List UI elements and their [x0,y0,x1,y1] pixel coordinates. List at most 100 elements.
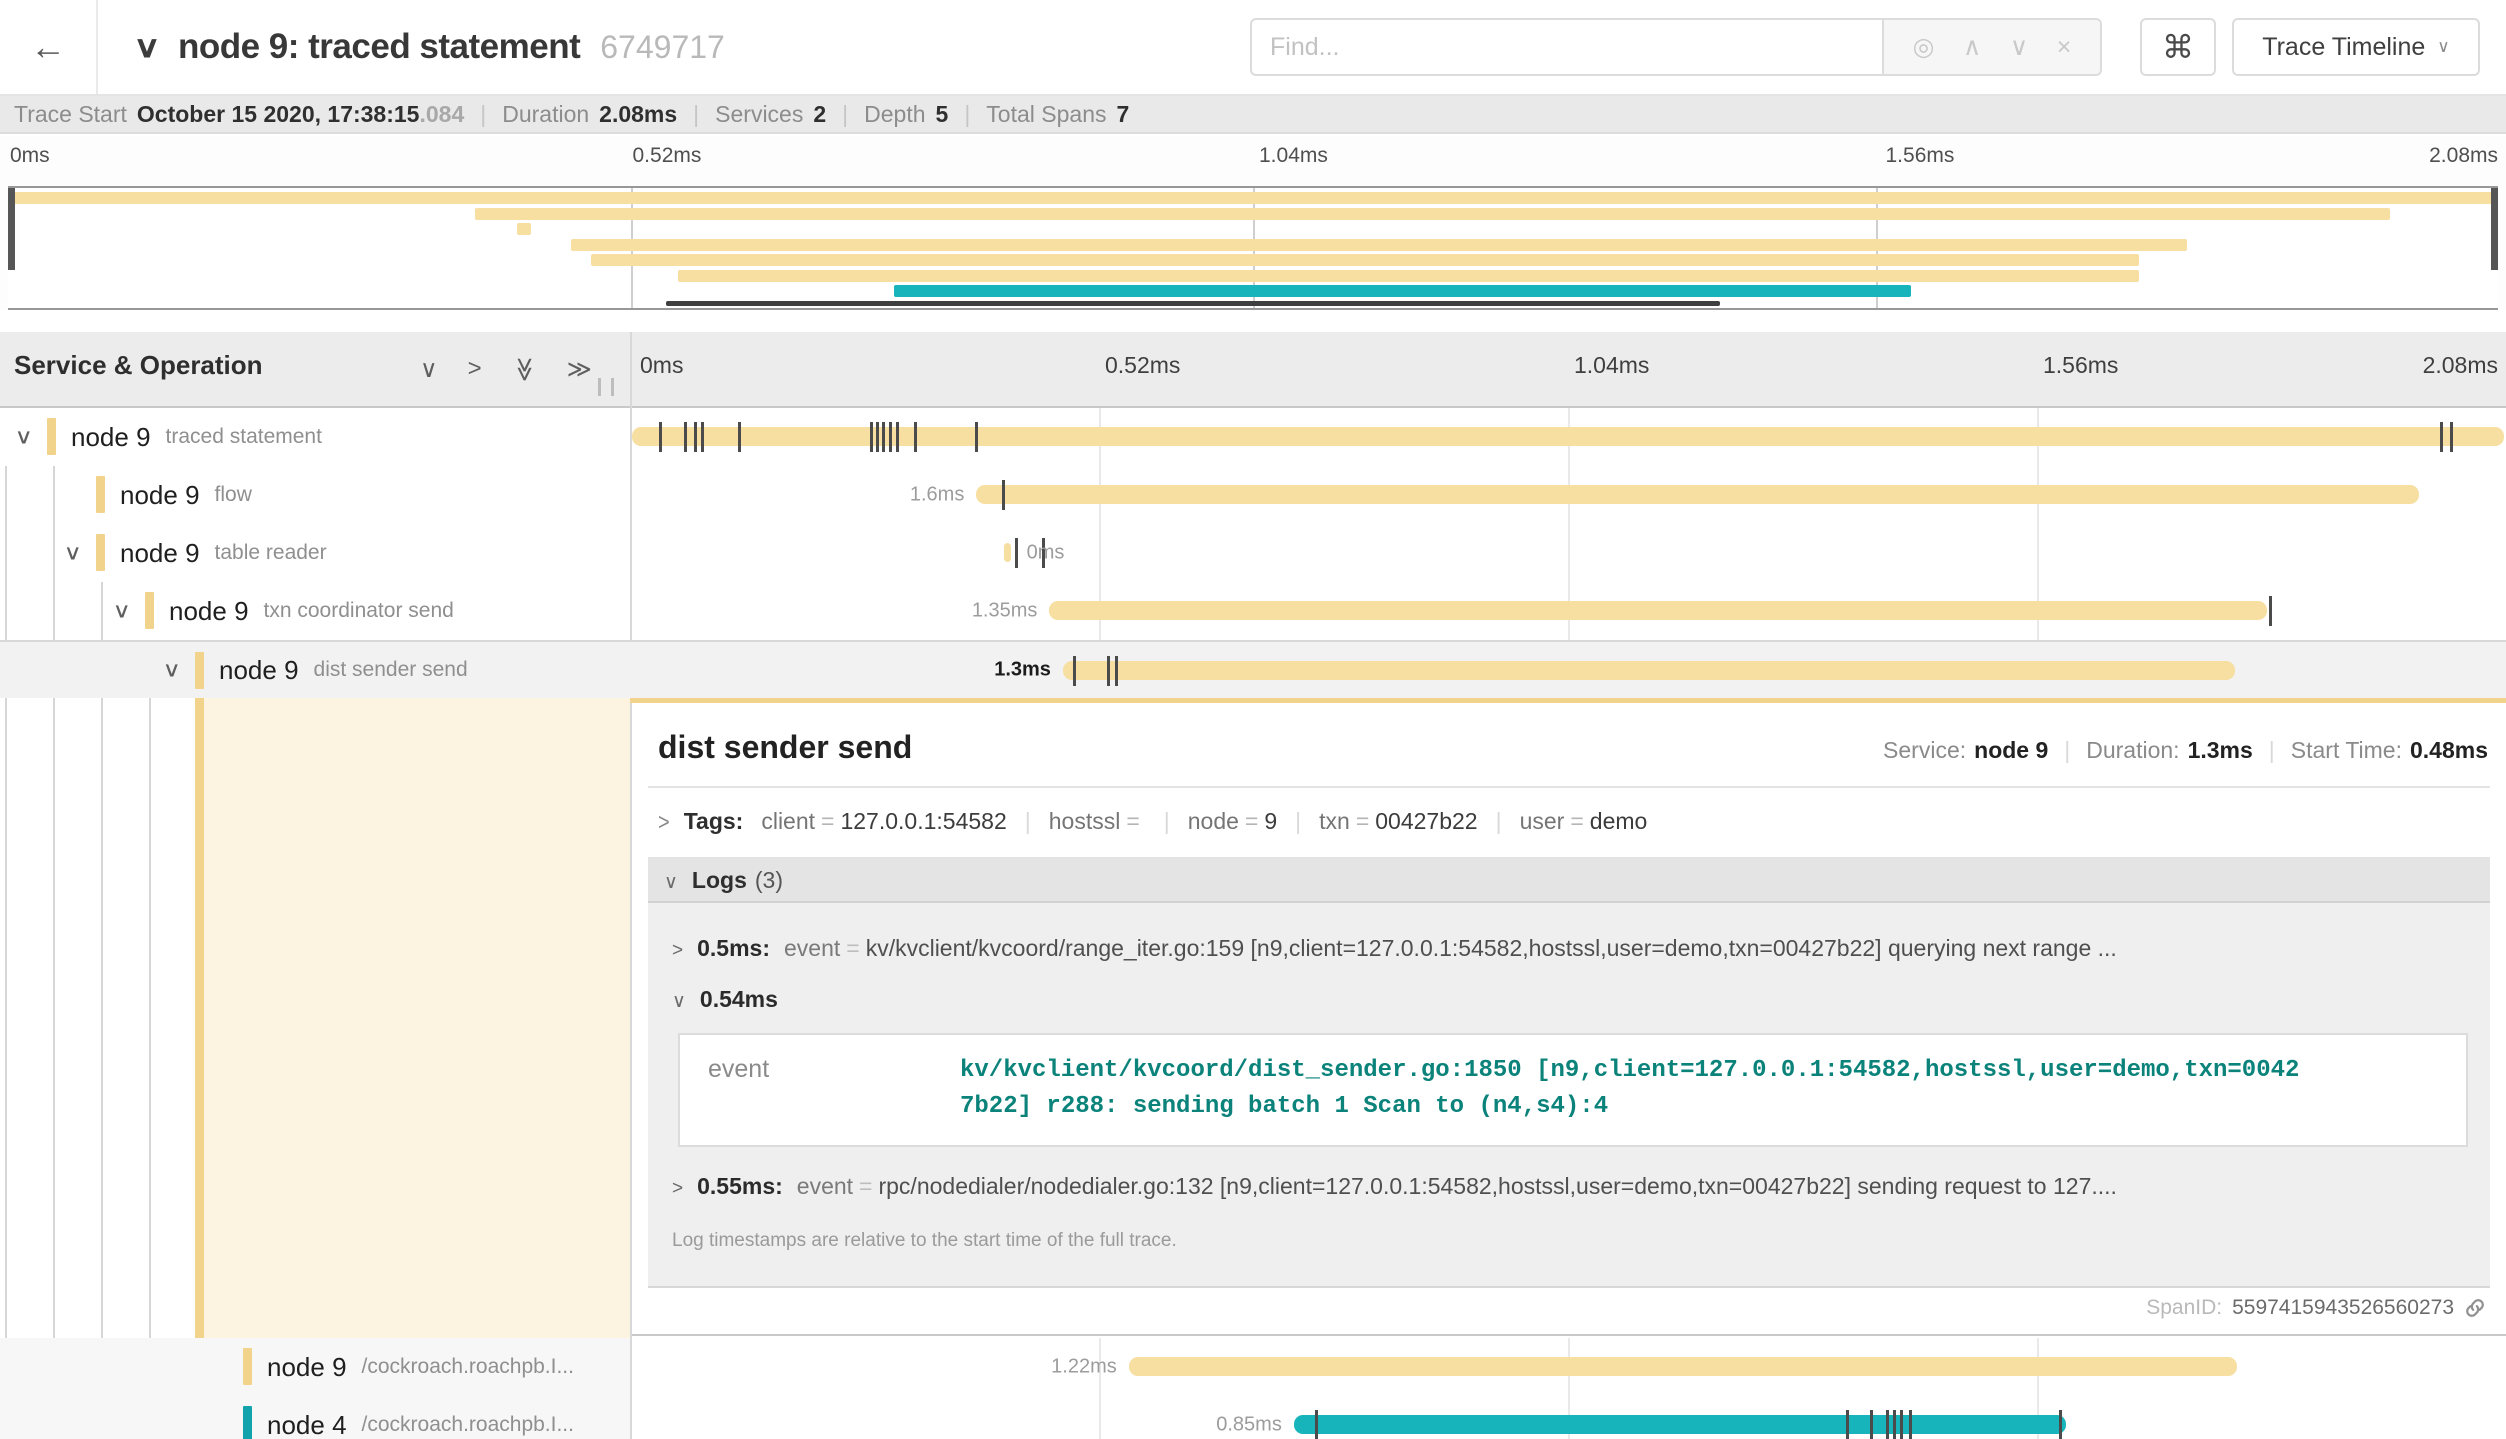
log-entry[interactable]: >0.5ms:event=kv/kvclient/kvcoord/range_i… [648,923,2490,974]
span-row[interactable]: node 9/cockroach.roachpb.I... 1.22ms [0,1338,2506,1396]
span-bar[interactable] [1294,1415,2066,1434]
span-bar[interactable] [1063,661,2236,680]
expand-chevron-icon[interactable]: ∨ [14,425,32,450]
span-row-lane[interactable]: 0.85ms [630,1396,2506,1439]
span-row-lane[interactable]: 1.3ms [630,642,2506,698]
service-name: node 4 [267,1410,347,1439]
trace-title-line: ∨ node 9: traced statement 6749717 [136,0,725,94]
span-bar[interactable] [1004,543,1010,562]
tag-separator: | [1496,808,1502,835]
span-bar[interactable] [976,485,2419,504]
minimap-canvas[interactable] [8,186,2498,310]
match-target-icon[interactable]: ◎ [1913,32,1935,62]
minimap-span[interactable] [571,239,2187,251]
summary-label: Services [715,101,803,127]
span-detail-header: dist sender send Service:node 9|Duration… [632,703,2506,766]
span-row-lane[interactable] [630,408,2506,466]
minimap-span[interactable] [517,223,531,235]
span-row-label[interactable]: ∨node 9table reader [0,524,630,582]
expand-chevron-icon[interactable]: ∨ [162,658,180,683]
axis-tick-label: 0ms [640,352,683,379]
log-event-tick [1893,1410,1896,1439]
axis-tick-label: 1.56ms [1886,144,1955,168]
collapse-deep-icon[interactable]: ≫ [510,356,539,381]
logs-body: >0.5ms:event=kv/kvclient/kvcoord/range_i… [648,903,2490,1286]
log-event-tick [2059,1410,2062,1439]
span-bar[interactable] [1129,1357,2237,1376]
minimap-span[interactable] [678,270,2138,282]
span-row-label[interactable]: node 4/cockroach.roachpb.I... [0,1396,630,1439]
span-id-label: SpanID: [2146,1296,2222,1320]
summary-value: 2 [813,101,826,127]
summary-item: Duration2.08ms [502,101,677,128]
find-input[interactable] [1250,18,1884,76]
log-entry[interactable]: >0.55ms:event=rpc/nodedialer/nodedialer.… [648,1161,2490,1212]
view-type-select[interactable]: Trace Timeline ∨ [2232,18,2480,76]
span-name: dist sender send [658,729,912,766]
span-meta: Service:node 9|Duration:1.3ms|Start Time… [1883,737,2488,764]
span-row[interactable]: ∨node 9txn coordinator send1.35ms [0,582,2506,640]
operation-name: traced statement [166,425,322,449]
span-row[interactable]: ∨node 9dist sender send1.3ms [0,640,2506,698]
tag-key: node [1188,808,1239,835]
meta-value: node 9 [1974,737,2048,764]
log-event-tick [896,422,899,452]
log-entry-expanded[interactable]: ∨0.54ms [648,974,2490,1025]
copy-link-icon[interactable] [2464,1297,2486,1319]
prev-match-icon[interactable]: ∧ [1963,32,1981,62]
log-timestamp: 0.5ms: [697,935,770,962]
span-row-label[interactable]: node 9/cockroach.roachpb.I... [0,1338,630,1396]
service-color-bar [96,476,105,513]
expanded-span-band [204,698,630,1338]
logs-count: (3) [755,867,783,894]
summary-item: Depth5 [864,101,948,128]
span-bar[interactable] [632,427,2504,446]
span-row[interactable]: node 9flow1.6ms [0,466,2506,524]
minimap-drag-handle[interactable] [2491,188,2498,270]
next-match-icon[interactable]: ∨ [2010,32,2028,62]
column-resize-handle[interactable] [598,378,614,396]
expand-chevron-icon[interactable]: ∨ [63,541,81,566]
clear-search-icon[interactable]: × [2057,33,2072,62]
back-button[interactable]: ← [0,0,98,94]
trace-summary-bar: Trace StartOctober 15 2020, 17:38:15.084… [0,96,2506,134]
span-row[interactable]: ∨node 9table reader 0ms [0,524,2506,582]
minimap-span[interactable] [591,254,2139,266]
duration-label: 1.22ms [1051,1356,1117,1379]
expand-all-icon[interactable]: ≫ [567,355,592,384]
expand-chevron-icon[interactable]: ∨ [112,599,130,624]
span-row-label[interactable]: ∨node 9traced statement [0,408,630,466]
span-row[interactable]: ∨node 9traced statement [0,408,2506,466]
log-event-tick [1107,656,1110,686]
tags-row[interactable]: >Tags:client=127.0.0.1:54582|hostssl=|no… [632,788,2506,835]
log-event-tick [1015,538,1018,568]
logs-section: ∨ Logs (3) >0.5ms:event=kv/kvclient/kvco… [648,857,2490,1288]
minimap-span[interactable] [894,285,1912,297]
logs-header[interactable]: ∨ Logs (3) [648,857,2490,903]
span-row-label[interactable]: ∨node 9dist sender send [0,642,630,698]
span-bar[interactable] [1049,601,2267,620]
minimap-axis: 0ms0.52ms1.04ms1.56ms2.08ms [0,144,2506,178]
minimap-span[interactable] [8,192,2498,204]
log-timestamp: 0.54ms [700,986,778,1013]
collapse-trace-icon[interactable]: ∨ [133,30,160,65]
service-color-bar [145,592,154,629]
log-event-tick [1846,1410,1849,1439]
span-row-lane[interactable]: 1.35ms [630,582,2506,640]
duration-label: 0ms [1027,542,1065,565]
span-row-lane[interactable]: 0ms [630,524,2506,582]
expand-one-icon[interactable]: > [468,355,482,383]
keyboard-shortcuts-button[interactable]: ⌘ [2140,18,2216,76]
minimap-drag-handle[interactable] [8,188,15,270]
minimap-span[interactable] [475,208,2390,220]
summary-item: Trace StartOctober 15 2020, 17:38:15.084 [14,101,464,128]
minimap-span[interactable] [666,301,1719,306]
span-row[interactable]: node 4/cockroach.roachpb.I...0.85ms [0,1396,2506,1439]
service-name: node 9 [267,1352,347,1383]
summary-value: October 15 2020, 17:38:15 [137,101,420,127]
span-row-lane[interactable]: 1.22ms [630,1338,2506,1396]
span-row-label[interactable]: ∨node 9txn coordinator send [0,582,630,640]
span-row-label[interactable]: node 9flow [0,466,630,524]
collapse-all-icon[interactable]: ∨ [420,355,438,384]
span-row-lane[interactable]: 1.6ms [630,466,2506,524]
